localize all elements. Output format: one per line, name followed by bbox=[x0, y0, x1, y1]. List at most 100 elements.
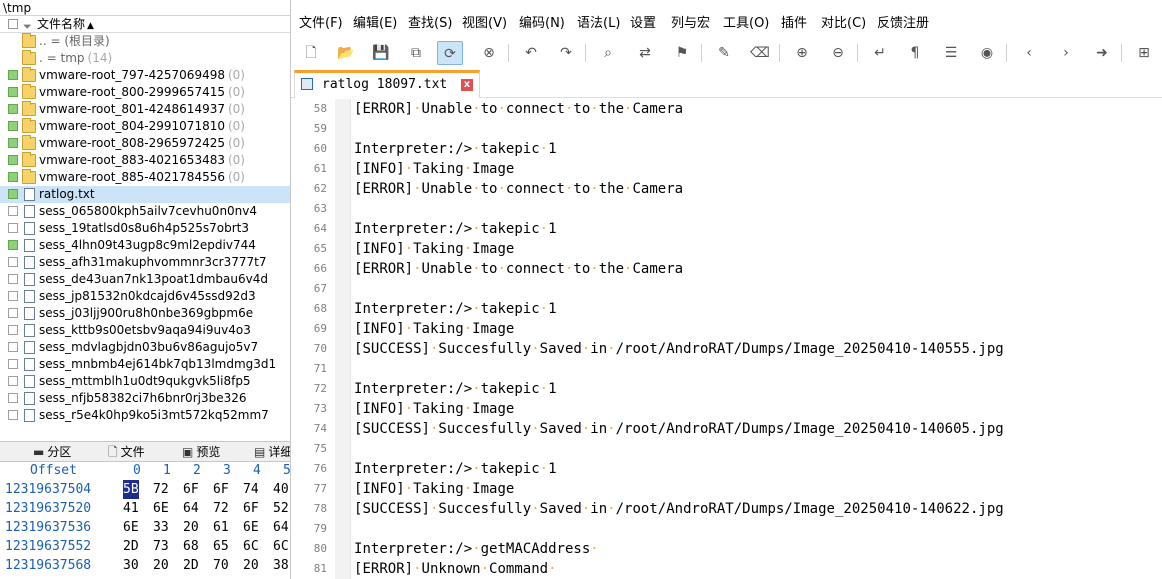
row-checkbox[interactable] bbox=[8, 291, 18, 301]
code-line[interactable]: [SUCCESS]·Succesfully·Saved·in·/root/And… bbox=[354, 499, 1004, 519]
hex-byte[interactable]: 68 bbox=[183, 537, 199, 556]
fold-margin[interactable] bbox=[335, 99, 351, 579]
row-checkbox[interactable] bbox=[8, 223, 18, 233]
folder-row[interactable]: vmware-root_885-4021784556 (0) bbox=[0, 169, 290, 186]
close-tab-icon[interactable]: x bbox=[461, 79, 473, 91]
hex-byte[interactable]: 41 bbox=[123, 499, 139, 518]
find-binoculars-icon[interactable]: ⌕ bbox=[595, 41, 621, 65]
tab-details[interactable]: ▤ 详细 bbox=[254, 442, 290, 462]
hex-byte[interactable]: 52 bbox=[273, 499, 289, 518]
go-to-icon[interactable]: ➜ bbox=[1089, 41, 1115, 65]
row-checkbox[interactable] bbox=[8, 257, 18, 267]
folder-row[interactable]: vmware-root_808-2965972425 (0) bbox=[0, 135, 290, 152]
code-area[interactable]: [ERROR]·Unable·to·connect·to·the·Camera I… bbox=[354, 99, 1162, 579]
menu-item[interactable]: 插件 bbox=[781, 12, 807, 31]
nav-row[interactable]: . = tmp (14) bbox=[0, 50, 290, 67]
file-row[interactable]: sess_de43uan7nk13poat1dmbau6v4d bbox=[0, 271, 290, 288]
hex-byte[interactable]: 65 bbox=[213, 537, 229, 556]
row-checkbox[interactable] bbox=[8, 172, 18, 182]
hex-byte[interactable]: 6E bbox=[243, 518, 259, 537]
hex-byte[interactable]: 38 bbox=[273, 556, 289, 575]
hex-byte[interactable]: 20 bbox=[243, 556, 259, 575]
file-row[interactable]: sess_nfjb58382ci7h6bnr0rj3be326 bbox=[0, 390, 290, 407]
menu-item[interactable]: 反馈注册 bbox=[877, 12, 929, 31]
code-line[interactable]: [SUCCESS]·Succesfully·Saved·in·/root/And… bbox=[354, 419, 1004, 439]
code-line[interactable]: [ERROR]·Unknown·Command· bbox=[354, 559, 557, 579]
file-row[interactable]: sess_mdvlagbjdn03bu6v86agujo5v7 bbox=[0, 339, 290, 356]
hex-byte[interactable]: 30 bbox=[123, 556, 139, 575]
menu-item[interactable]: 文件(F) bbox=[299, 12, 343, 31]
file-list-header[interactable]: ⏷ 文件名称 ▲ bbox=[0, 16, 290, 33]
save-all-icon[interactable]: ⧉ bbox=[403, 41, 429, 65]
record-macro-icon[interactable]: ◉ bbox=[974, 41, 1000, 65]
redo-icon[interactable]: ↷ bbox=[553, 41, 579, 65]
code-line[interactable]: [ERROR]·Unable·to·connect·to·the·Camera bbox=[354, 259, 683, 279]
hex-byte[interactable]: 33 bbox=[153, 518, 169, 537]
undo-icon[interactable]: ↶ bbox=[518, 41, 544, 65]
code-line[interactable]: [INFO]·Taking·Image bbox=[354, 239, 514, 259]
row-checkbox[interactable] bbox=[8, 342, 18, 352]
file-row[interactable]: sess_r5e4k0hp9ko5i3mt572kq52mm7 bbox=[0, 407, 290, 424]
hex-row[interactable]: 12319637536 6E 33 20 61 6E 64 bbox=[0, 518, 290, 537]
hex-row[interactable]: 12319637568 30 20 2D 70 20 38 bbox=[0, 556, 290, 575]
file-row[interactable]: sess_4lhn09t43ugp8c9ml2epdiv744 bbox=[0, 237, 290, 254]
row-checkbox[interactable] bbox=[8, 274, 18, 284]
row-checkbox[interactable] bbox=[8, 393, 18, 403]
hex-byte[interactable]: 6F bbox=[183, 480, 199, 499]
row-checkbox[interactable] bbox=[8, 70, 18, 80]
hex-byte[interactable]: 70 bbox=[213, 556, 229, 575]
row-checkbox[interactable] bbox=[8, 104, 18, 114]
hex-byte[interactable]: 72 bbox=[153, 480, 169, 499]
file-row[interactable]: sess_065800kph5ailv7cevhu0n0nv4 bbox=[0, 203, 290, 220]
replace-icon[interactable]: ⇄ bbox=[632, 41, 658, 65]
file-row[interactable]: sess_j03ljj900ru8h0nbe369gbpm6e bbox=[0, 305, 290, 322]
close-file-icon[interactable]: ⊗ bbox=[476, 41, 502, 65]
hex-byte[interactable]: 6F bbox=[243, 499, 259, 518]
file-row[interactable]: sess_mnbmb4ej614bk7qb13lmdmg3d1 bbox=[0, 356, 290, 373]
code-line[interactable]: [INFO]·Taking·Image bbox=[354, 479, 514, 499]
folder-row[interactable]: vmware-root_800-2999657415 (0) bbox=[0, 84, 290, 101]
next-icon[interactable]: › bbox=[1053, 41, 1079, 65]
code-line[interactable]: [INFO]·Taking·Image bbox=[354, 159, 514, 179]
file-row[interactable]: ratlog.txt bbox=[0, 186, 290, 203]
code-line[interactable]: [INFO]·Taking·Image bbox=[354, 319, 514, 339]
text-editor[interactable]: 58 59 60 61 62 63 64 65 66 67 68 69 70 71 72 73 74 75 76 77… bbox=[291, 99, 1162, 579]
new-file-icon[interactable]: 🗋 bbox=[298, 41, 324, 65]
code-line[interactable]: Interpreter:/>·takepic·1 bbox=[354, 459, 557, 479]
open-folder-icon[interactable]: 📂 bbox=[333, 41, 359, 65]
menu-item[interactable]: 工具(O) bbox=[723, 12, 769, 31]
row-checkbox[interactable] bbox=[8, 189, 18, 199]
hex-byte[interactable]: 2D bbox=[183, 556, 199, 575]
row-checkbox[interactable] bbox=[8, 155, 18, 165]
hex-byte[interactable]: 64 bbox=[183, 499, 199, 518]
hex-row[interactable]: 12319637504 5B 72 6F 6F 74 40 bbox=[0, 480, 290, 499]
code-line[interactable]: Interpreter:/>·takepic·1 bbox=[354, 379, 557, 399]
show-symbols-icon[interactable]: ¶ bbox=[902, 41, 928, 65]
hex-byte[interactable]: 5B bbox=[123, 480, 139, 499]
hex-byte[interactable]: 74 bbox=[243, 480, 259, 499]
row-checkbox[interactable] bbox=[8, 325, 18, 335]
row-checkbox[interactable] bbox=[8, 376, 18, 386]
hex-byte[interactable]: 40 bbox=[273, 480, 289, 499]
row-checkbox[interactable] bbox=[8, 121, 18, 131]
code-line[interactable]: [ERROR]·Unable·to·connect·to·the·Camera bbox=[354, 179, 683, 199]
hex-byte[interactable]: 64 bbox=[273, 518, 289, 537]
zoom-out-icon[interactable]: ⊖ bbox=[825, 41, 851, 65]
code-line[interactable]: Interpreter:/>·takepic·1 bbox=[354, 219, 557, 239]
code-line[interactable]: [ERROR]·Unable·to·connect·to·the·Camera bbox=[354, 99, 683, 119]
row-checkbox[interactable] bbox=[8, 410, 18, 420]
code-line[interactable]: Interpreter:/>·getMACAddress· bbox=[354, 539, 599, 559]
menu-item[interactable]: 设置 bbox=[630, 12, 656, 31]
folder-row[interactable]: vmware-root_804-2991071810 (0) bbox=[0, 118, 290, 135]
folder-row[interactable]: vmware-root_883-4021653483 (0) bbox=[0, 152, 290, 169]
menu-item[interactable]: 编码(N) bbox=[519, 12, 565, 31]
hex-byte[interactable]: 72 bbox=[213, 499, 229, 518]
code-line[interactable]: [INFO]·Taking·Image bbox=[354, 399, 514, 419]
hex-byte[interactable]: 6C bbox=[243, 537, 259, 556]
hex-byte[interactable]: 6C bbox=[273, 537, 289, 556]
file-row[interactable]: sess_afh31makuphvommnr3cr3777t7 bbox=[0, 254, 290, 271]
hex-row[interactable]: 12319637520 41 6E 64 72 6F 52 bbox=[0, 499, 290, 518]
menu-item[interactable]: 对比(C) bbox=[821, 12, 866, 31]
row-checkbox[interactable] bbox=[8, 206, 18, 216]
tab-partition[interactable]: ▬ 分区 bbox=[33, 442, 71, 462]
